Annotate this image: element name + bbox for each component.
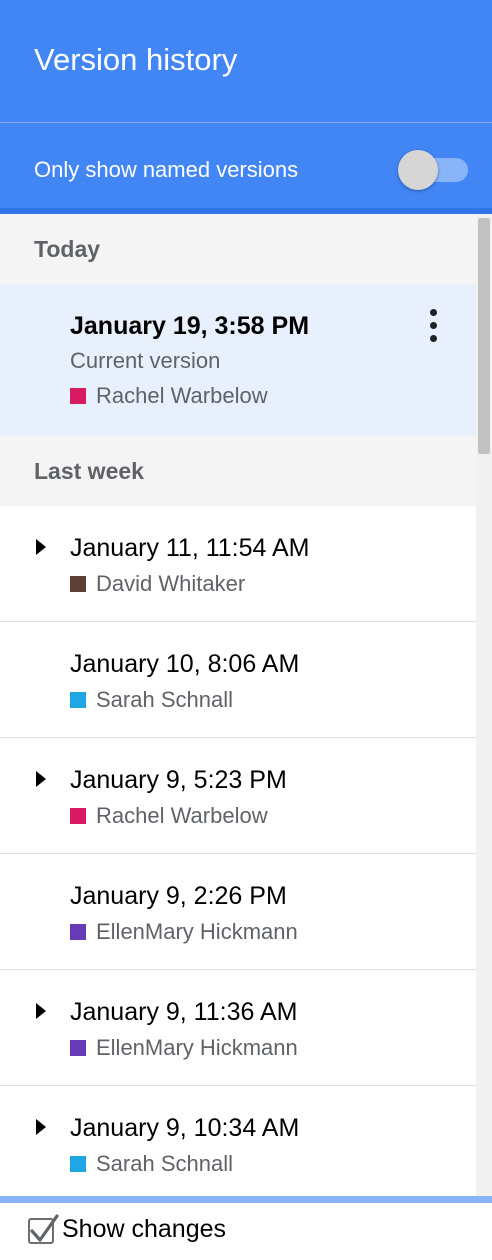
named-versions-toggle[interactable] [398, 150, 472, 190]
version-date: January 9, 2:26 PM [70, 882, 287, 910]
check-icon [30, 1214, 59, 1242]
version-item-current[interactable]: January 19, 3:58 PM Current version Rach… [0, 284, 476, 436]
version-date: January 9, 11:36 AM [70, 998, 298, 1026]
triangle-right-icon[interactable] [36, 1003, 46, 1019]
author-name: Rachel Warbelow [96, 803, 268, 828]
footer: Show changes [0, 1196, 492, 1260]
author-name: Rachel Warbelow [96, 383, 268, 408]
version-item[interactable]: January 9, 11:36 AM EllenMary Hickmann [0, 970, 476, 1086]
version-date: January 19, 3:58 PM [70, 312, 310, 340]
version-date: January 10, 8:06 AM [70, 650, 300, 678]
version-history-header: Version history Only show named versions [0, 0, 492, 214]
named-versions-label: Only show named versions [34, 157, 299, 182]
show-changes-checkbox[interactable] [28, 1214, 59, 1244]
triangle-right-icon[interactable] [36, 771, 46, 787]
header-divider [0, 122, 492, 123]
section-header-last-week: Last week [0, 436, 476, 506]
section-label: Last week [34, 458, 144, 484]
version-item[interactable]: January 10, 8:06 AM Sarah Schnall [0, 622, 476, 738]
scrollbar-thumb[interactable] [478, 218, 490, 454]
author-color-swatch [70, 924, 86, 940]
section-label: Today [34, 236, 101, 262]
version-item[interactable]: January 9, 5:23 PM Rachel Warbelow [0, 738, 476, 854]
panel-title: Version history [34, 42, 238, 77]
version-author: EllenMary Hickmann [70, 918, 298, 946]
version-author: Sarah Schnall [70, 686, 233, 714]
section-header-today: Today [0, 214, 476, 284]
version-author: Rachel Warbelow [70, 382, 268, 410]
toggle-thumb [398, 150, 438, 190]
version-date: January 9, 5:23 PM [70, 766, 287, 794]
version-author: EllenMary Hickmann [70, 1034, 298, 1062]
author-name: EllenMary Hickmann [96, 1035, 298, 1060]
author-color-swatch [70, 692, 86, 708]
version-author: Sarah Schnall [70, 1150, 233, 1178]
version-list: Today January 19, 3:58 PM Current versio… [0, 214, 476, 1196]
current-version-label: Current version [70, 348, 221, 373]
list-scrollbar[interactable] [476, 214, 492, 1196]
triangle-right-icon[interactable] [36, 1119, 46, 1135]
version-date: January 11, 11:54 AM [70, 534, 310, 562]
author-color-swatch [70, 1040, 86, 1056]
author-color-swatch [70, 576, 86, 592]
version-item[interactable]: January 9, 2:26 PM EllenMary Hickmann [0, 854, 476, 970]
footer-divider [0, 1196, 492, 1203]
version-author: Rachel Warbelow [70, 802, 268, 830]
author-name: Sarah Schnall [96, 1151, 233, 1176]
triangle-right-icon[interactable] [36, 539, 46, 555]
version-item[interactable]: January 11, 11:54 AM David Whitaker [0, 506, 476, 622]
show-changes-label: Show changes [62, 1215, 227, 1243]
author-name: EllenMary Hickmann [96, 919, 298, 944]
version-author: David Whitaker [70, 570, 245, 598]
version-date: January 9, 10:34 AM [70, 1114, 300, 1142]
author-name: Sarah Schnall [96, 687, 233, 712]
author-color-swatch [70, 808, 86, 824]
version-item[interactable]: January 9, 10:34 AM Sarah Schnall [0, 1086, 476, 1196]
author-color-swatch [70, 388, 86, 404]
author-color-swatch [70, 1156, 86, 1172]
more-vert-icon[interactable] [420, 306, 448, 346]
author-name: David Whitaker [96, 571, 246, 596]
